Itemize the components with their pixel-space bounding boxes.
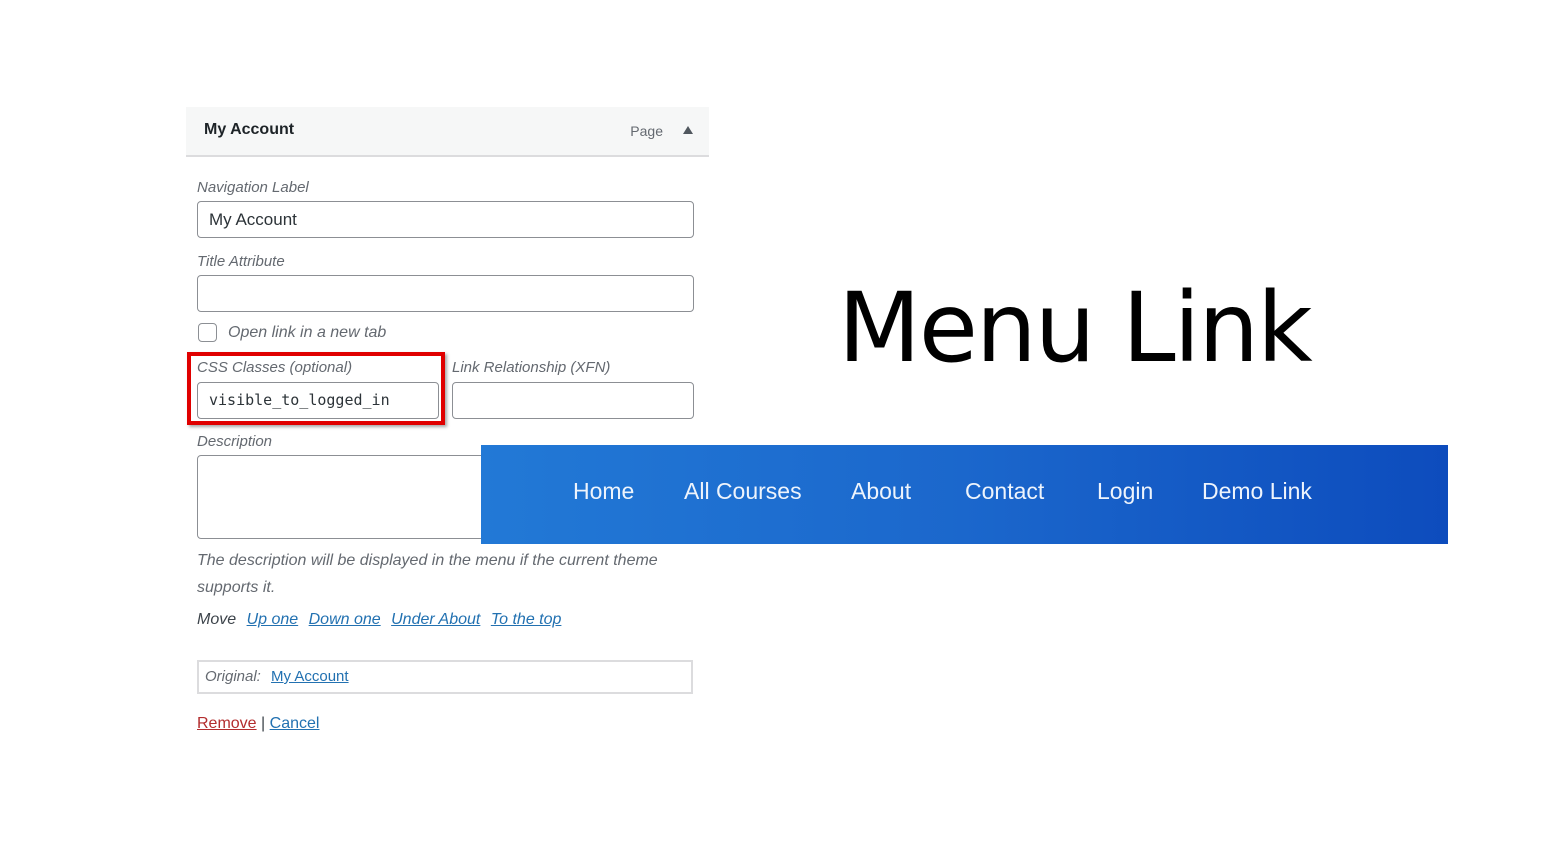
nav-item-login[interactable]: Login [1097,478,1153,505]
nav-item-demo-link[interactable]: Demo Link [1202,478,1312,505]
link-relationship-input[interactable] [452,382,694,419]
navigation-label-label: Navigation Label [197,179,309,196]
move-row: Move Up one Down one Under About To the … [197,611,561,629]
menu-item-panel: My Account Page [186,107,709,157]
nav-item-about[interactable]: About [851,478,911,505]
css-classes-label: CSS Classes (optional) [197,359,353,376]
menu-item-title: My Account [204,121,295,138]
move-up-one-link[interactable]: Up one [247,611,299,628]
original-label: Original: [205,668,261,685]
open-new-tab-label: Open link in a new tab [228,324,387,341]
css-classes-input[interactable]: visible_to_logged_in [197,382,439,419]
cancel-link[interactable]: Cancel [270,715,320,732]
help-line-1: The description will be displayed in the… [197,552,658,569]
description-label: Description [197,433,273,450]
navigation-label-input[interactable]: My Account [197,201,694,238]
help-line-2: supports it. [197,579,276,596]
move-down-one-link[interactable]: Down one [309,611,381,628]
nav-item-all-courses[interactable]: All Courses [684,478,802,505]
title-attribute-label: Title Attribute [197,253,285,270]
nav-item-home[interactable]: Home [573,478,634,505]
link-relationship-label: Link Relationship (XFN) [452,359,611,376]
page-heading: Menu Link [838,272,1313,384]
move-under-about-link[interactable]: Under About [391,611,480,628]
navigation-menu-bar: Home All Courses About Contact Login Dem… [481,445,1448,544]
original-box: Original: My Account [197,660,693,694]
nav-item-contact[interactable]: Contact [965,478,1044,505]
title-attribute-input[interactable] [197,275,694,312]
triangle-up-icon[interactable] [683,126,693,134]
original-link[interactable]: My Account [271,668,349,685]
remove-link[interactable]: Remove [197,715,257,732]
menu-item-header[interactable]: My Account Page [186,107,709,157]
move-label: Move [197,611,237,628]
move-to-top-link[interactable]: To the top [491,611,562,628]
actions-separator: | [261,715,266,732]
menu-item-type: Page [630,123,663,139]
description-help-text: The description will be displayed in the… [197,547,658,601]
open-new-tab-checkbox[interactable] [198,323,217,342]
item-actions: Remove | Cancel [197,715,319,733]
